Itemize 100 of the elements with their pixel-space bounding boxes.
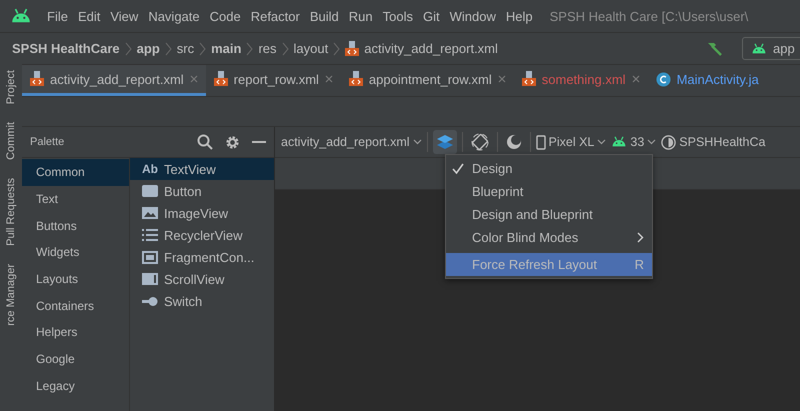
- theme-icon: [661, 134, 676, 150]
- xml-file-icon: [522, 71, 536, 87]
- component-label: TextView: [164, 162, 216, 176]
- chevron-icon: [282, 42, 289, 56]
- menu-item-label: Blueprint: [472, 184, 524, 199]
- fragment-icon: [142, 250, 158, 264]
- menu-item[interactable]: Color Blind Modes: [446, 226, 652, 249]
- chevron-icon: [246, 42, 254, 56]
- layers-button[interactable]: [432, 130, 457, 154]
- category-item[interactable]: Google: [22, 346, 129, 372]
- text-icon: Ab: [142, 162, 158, 176]
- menu-item[interactable]: Help: [500, 8, 538, 24]
- menu-item[interactable]: File: [42, 8, 73, 24]
- android-logo-icon: [10, 8, 32, 24]
- run-config-dropdown[interactable]: app: [742, 37, 800, 60]
- breadcrumb-item[interactable]: SPSH HealthCare: [12, 41, 120, 56]
- component-item[interactable]: FragmentCon...: [130, 246, 274, 268]
- chevron-icon: [333, 42, 340, 56]
- editor-tab[interactable]: activity_add_report.xml: [22, 65, 206, 96]
- component-item[interactable]: ImageView: [130, 202, 274, 224]
- component-label: Button: [164, 184, 202, 198]
- menu-item[interactable]: Build: [304, 8, 344, 24]
- xml-file-icon: [214, 71, 228, 87]
- theme-dropdown[interactable]: SPSHHealthCa: [661, 134, 766, 150]
- breadcrumb-item[interactable]: layout: [294, 41, 328, 56]
- tool-window-button[interactable]: rce Manager: [5, 264, 17, 326]
- category-item[interactable]: Helpers: [22, 319, 129, 346]
- component-item[interactable]: Button: [130, 180, 274, 202]
- menu-item[interactable]: Design and Blueprint: [446, 203, 652, 226]
- menu-item[interactable]: Design: [446, 157, 652, 180]
- list-icon: [142, 229, 158, 241]
- breadcrumb-item[interactable]: main: [211, 41, 242, 56]
- shortcut-label: R: [634, 257, 644, 272]
- component-label: Switch: [164, 294, 202, 308]
- xml-file-icon: [348, 71, 363, 87]
- menu-item-label: Force Refresh Layout: [472, 257, 598, 272]
- menu-item[interactable]: Window: [444, 8, 501, 24]
- menu-item[interactable]: Git: [418, 8, 445, 24]
- window-title: SPSH Health Care [C:\Users\user\: [550, 8, 748, 24]
- category-item[interactable]: Widgets: [22, 239, 129, 266]
- component-item[interactable]: Ab TextView: [130, 158, 274, 180]
- device-dropdown[interactable]: Pixel XL: [536, 134, 606, 150]
- switch-icon: [142, 296, 158, 306]
- component-label: ScrollView: [164, 272, 224, 286]
- chevron-icon: [199, 42, 206, 56]
- category-item[interactable]: Text: [22, 186, 129, 212]
- menu-item[interactable]: Blueprint: [446, 180, 652, 203]
- category-item[interactable]: Common: [22, 159, 129, 186]
- menu-item[interactable]: Edit: [72, 8, 106, 24]
- breadcrumb-item[interactable]: res: [258, 41, 277, 56]
- menu-item[interactable]: Run: [344, 8, 378, 24]
- component-label: ImageView: [164, 206, 228, 220]
- menu-item[interactable]: View: [105, 8, 144, 24]
- category-item[interactable]: Legacy: [22, 372, 129, 400]
- component-label: FragmentCon...: [164, 250, 254, 264]
- editor-tab[interactable]: MainActivity.ja: [648, 65, 767, 96]
- search-icon[interactable]: [197, 134, 213, 150]
- phone-icon: [536, 134, 546, 150]
- checkmark-icon: [452, 162, 464, 174]
- hammer-icon[interactable]: [706, 40, 724, 56]
- tool-window-button[interactable]: Project: [5, 70, 17, 104]
- breadcrumb-item[interactable]: app: [136, 41, 160, 56]
- minimize-icon[interactable]: [252, 140, 266, 144]
- chevron-icon: [124, 42, 132, 56]
- chevron-icon: [164, 42, 172, 56]
- android-icon: [611, 136, 628, 148]
- close-icon[interactable]: [498, 75, 506, 83]
- menu-item[interactable]: Code: [204, 8, 246, 24]
- close-icon[interactable]: [324, 75, 333, 83]
- menu-item[interactable]: Refactor: [246, 8, 305, 24]
- api-level-dropdown[interactable]: 33: [611, 135, 656, 149]
- editor-tab[interactable]: appointment_row.xml: [340, 65, 514, 96]
- menu-item-label: Design: [472, 161, 514, 176]
- caret-icon: [597, 139, 606, 145]
- category-item[interactable]: Buttons: [22, 212, 129, 240]
- breadcrumb-item[interactable]: activity_add_report.xml: [364, 41, 498, 56]
- layout-file-dropdown[interactable]: activity_add_report.xml: [281, 135, 422, 149]
- menu-item[interactable]: Navigate: [143, 8, 205, 24]
- caret-icon: [647, 139, 656, 145]
- image-icon: [142, 207, 158, 219]
- xml-file-icon: [345, 40, 360, 56]
- tool-window-button[interactable]: Commit: [5, 122, 17, 160]
- close-icon[interactable]: [190, 75, 198, 83]
- category-item[interactable]: Layouts: [22, 266, 129, 292]
- scroll-icon: [142, 273, 158, 285]
- caret-icon: [412, 139, 422, 145]
- tool-window-button[interactable]: Pull Requests: [5, 178, 17, 246]
- menu-item-label: Design and Blueprint: [472, 207, 594, 222]
- breadcrumb-item[interactable]: src: [176, 41, 194, 56]
- component-label: RecyclerView: [164, 228, 243, 242]
- component-item[interactable]: Switch: [130, 290, 274, 312]
- settings-icon[interactable]: [225, 134, 240, 150]
- class-icon: [656, 72, 671, 86]
- category-item[interactable]: Containers: [22, 292, 129, 320]
- component-item[interactable]: ScrollView: [130, 268, 274, 290]
- editor-tab[interactable]: report_row.xml: [206, 65, 341, 96]
- close-icon[interactable]: [632, 75, 640, 83]
- component-item[interactable]: RecyclerView: [130, 224, 274, 246]
- menu-item[interactable]: Tools: [378, 8, 418, 24]
- button-icon: [142, 185, 158, 197]
